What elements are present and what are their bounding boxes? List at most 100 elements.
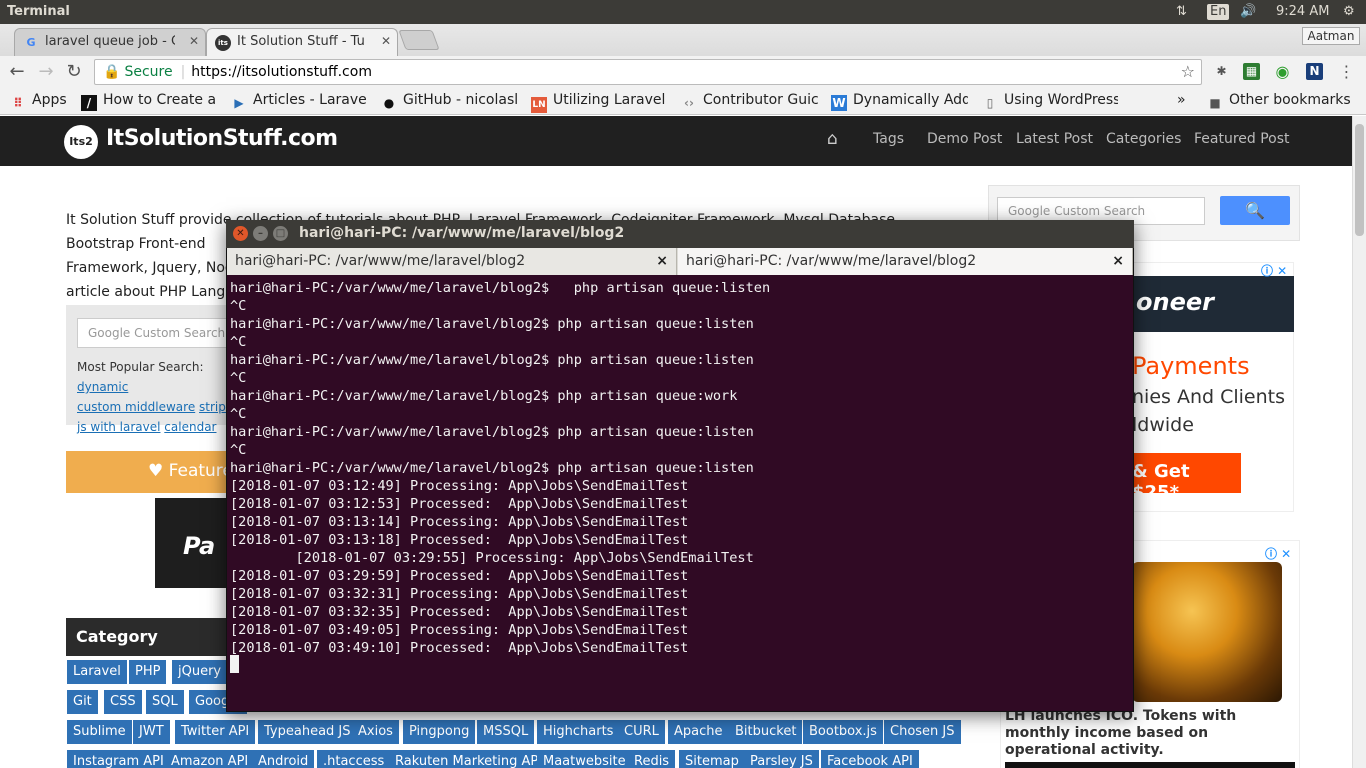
nav-tags[interactable]: Tags <box>873 131 904 147</box>
tag-parsley-js[interactable]: Parsley JS <box>744 750 819 768</box>
search-input[interactable]: Google Custom Search <box>77 318 237 348</box>
bookmark-utilizing-laravel[interactable]: LN Utilizing Laravel <box>531 92 667 113</box>
terminal-line: ^C <box>230 406 247 422</box>
tag-rakuten-marketing-api[interactable]: Rakuten Marketing API <box>389 750 549 768</box>
popular-link[interactable]: js with laravel <box>77 420 160 434</box>
tag-redis[interactable]: Redis <box>628 750 676 768</box>
adchoices-icon[interactable]: ⓘ ✕ <box>1265 545 1291 562</box>
tag-twitter-api[interactable]: Twitter API <box>175 720 256 744</box>
extension-refresh-icon[interactable]: ◉ <box>1274 63 1291 80</box>
terminal-titlebar[interactable]: hari@hari-PC: /var/www/me/laravel/blog2 <box>226 220 1134 248</box>
network-transfer-icon[interactable]: ⇅ <box>1176 4 1187 19</box>
laravel-icon: ▶ <box>234 96 244 110</box>
tag-amazon-api[interactable]: Amazon API <box>165 750 255 768</box>
minimize-window-icon[interactable]: – <box>253 226 268 241</box>
bookmark-how-to-create[interactable]: / How to Create ar <box>81 92 216 111</box>
tag-jquery[interactable]: jQuery <box>172 660 228 684</box>
w-icon: W <box>831 95 847 111</box>
tag-laravel[interactable]: Laravel <box>67 660 127 684</box>
tag-sitemap[interactable]: Sitemap <box>679 750 745 768</box>
volume-icon[interactable]: 🔊 <box>1240 4 1256 19</box>
tag-instagram-api[interactable]: Instagram API <box>67 750 170 768</box>
back-arrow-icon[interactable]: ← <box>6 61 28 82</box>
tag-highcharts[interactable]: Highcharts <box>537 720 620 744</box>
tag-axios[interactable]: Axios <box>352 720 399 744</box>
close-window-icon[interactable]: ✕ <box>233 226 248 241</box>
profile-button[interactable]: Aatman <box>1302 27 1360 45</box>
nav-latest-post[interactable]: Latest Post <box>1016 131 1093 147</box>
extension-n-icon[interactable]: N <box>1306 63 1323 80</box>
tag-bitbucket[interactable]: Bitbucket <box>729 720 803 744</box>
settings-gear-icon[interactable]: ⚙ <box>1343 4 1355 19</box>
browser-tab-itsolutionstuff[interactable]: its It Solution Stuff - Tu ✕ <box>206 28 398 56</box>
search-button[interactable]: 🔍 <box>1220 196 1290 225</box>
close-tab-icon[interactable]: × <box>656 253 668 269</box>
tag-sublime[interactable]: Sublime <box>67 720 132 744</box>
reload-icon[interactable]: ↻ <box>63 61 85 82</box>
popular-link[interactable]: custom middleware <box>77 400 195 414</box>
extension-sheet-icon[interactable]: ▦ <box>1243 63 1260 80</box>
bookmark-dynamically-add[interactable]: W Dynamically Add <box>831 92 968 111</box>
divider: | <box>180 64 186 80</box>
site-logo-text[interactable]: ItSolutionStuff.com <box>106 126 338 151</box>
tag-typeahead-js[interactable]: Typeahead JS <box>258 720 357 744</box>
terminal-tab-2[interactable]: hari@hari-PC: /var/www/me/laravel/blog2 … <box>678 248 1133 275</box>
apps-grid-icon: ⠿ <box>13 96 23 110</box>
tag-chosen-js[interactable]: Chosen JS <box>884 720 961 744</box>
clock[interactable]: 9:24 AM <box>1276 4 1329 19</box>
home-icon[interactable]: ⌂ <box>827 129 838 149</box>
bookmark-articles-laravel[interactable]: ▶ Articles - Laravel <box>231 92 367 111</box>
popular-link[interactable]: calendar <box>164 420 216 434</box>
site-logo-badge[interactable]: Its2 <box>64 125 98 159</box>
tag-curl[interactable]: CURL <box>618 720 665 744</box>
terminal-line: [2018-01-07 03:13:18] Processed: App\Job… <box>230 532 689 548</box>
keyboard-layout-indicator[interactable]: En <box>1207 4 1230 20</box>
browser-tab-google[interactable]: G laravel queue job - G ✕ <box>14 28 206 56</box>
ad-headline: Payments <box>1132 352 1250 380</box>
bookmark-apps[interactable]: ⠿ Apps <box>10 92 76 111</box>
tag-facebook-api[interactable]: Facebook API <box>821 750 919 768</box>
bookmark-star-icon[interactable]: ☆ <box>1181 62 1195 81</box>
tag-apache[interactable]: Apache <box>668 720 729 744</box>
address-bar[interactable]: 🔒 Secure | https://itsolutionstuff.com ☆ <box>94 59 1202 85</box>
scrollbar-thumb[interactable] <box>1355 124 1364 236</box>
nav-featured-post[interactable]: Featured Post <box>1194 131 1290 147</box>
tag-mssql[interactable]: MSSQL <box>477 720 535 744</box>
tag-php[interactable]: PHP <box>129 660 167 684</box>
tag-htaccess[interactable]: .htaccess <box>317 750 391 768</box>
forward-arrow-icon[interactable]: → <box>35 61 57 82</box>
popular-link[interactable]: dynamic <box>77 380 128 394</box>
close-tab-icon[interactable]: ✕ <box>189 34 199 48</box>
ad-caption[interactable]: LH launches ICO. Tokens with monthly inc… <box>1005 708 1285 759</box>
tag-css[interactable]: CSS <box>104 690 142 714</box>
tag-sql[interactable]: SQL <box>146 690 184 714</box>
bookmark-contributor-guide[interactable]: ‹› Contributor Guic <box>681 92 818 111</box>
tag-bootbox-js[interactable]: Bootbox.js <box>803 720 883 744</box>
other-bookmarks[interactable]: ■ Other bookmarks <box>1207 92 1350 111</box>
terminal-tab-1[interactable]: hari@hari-PC: /var/www/me/laravel/blog2 … <box>227 248 677 275</box>
tag-android[interactable]: Android <box>252 750 315 768</box>
nav-demo-post[interactable]: Demo Post <box>927 131 1002 147</box>
bookmark-using-wordpress[interactable]: ▯ Using WordPress <box>982 92 1118 111</box>
adchoices-icon[interactable]: ⓘ ✕ <box>1261 262 1287 279</box>
new-tab-button[interactable] <box>398 30 440 50</box>
close-tab-icon[interactable]: ✕ <box>381 34 391 48</box>
tag-pingpong[interactable]: Pingpong <box>403 720 476 744</box>
featured-bar[interactable]: ♥ Feature <box>66 451 236 493</box>
bookmark-github[interactable]: ● GitHub - nicolasl <box>381 92 518 111</box>
nav-categories[interactable]: Categories <box>1106 131 1181 147</box>
maximize-window-icon[interactable]: □ <box>273 226 288 241</box>
secure-label: Secure <box>124 64 173 80</box>
tag-jwt[interactable]: JWT <box>133 720 170 744</box>
extension-puzzle-icon[interactable]: ✱ <box>1213 63 1230 80</box>
terminal-output[interactable]: hari@hari-PC:/var/www/me/laravel/blog2$ … <box>230 279 1128 707</box>
tab-title: laravel queue job - G <box>45 34 175 49</box>
tag-git[interactable]: Git <box>67 690 98 714</box>
payoneer-ad-left[interactable]: Pa <box>155 498 236 588</box>
bookmarks-bar: ⠿ Apps / How to Create ar ▶ Articles - Lara… <box>0 88 1366 115</box>
chrome-menu-icon[interactable]: ⋮ <box>1338 63 1355 80</box>
tag-maatwebsite[interactable]: Maatwebsite <box>537 750 632 768</box>
bookmarks-overflow-chevron[interactable]: » <box>1177 92 1186 108</box>
close-tab-icon[interactable]: × <box>1112 253 1124 269</box>
code-icon: ‹› <box>684 96 694 110</box>
